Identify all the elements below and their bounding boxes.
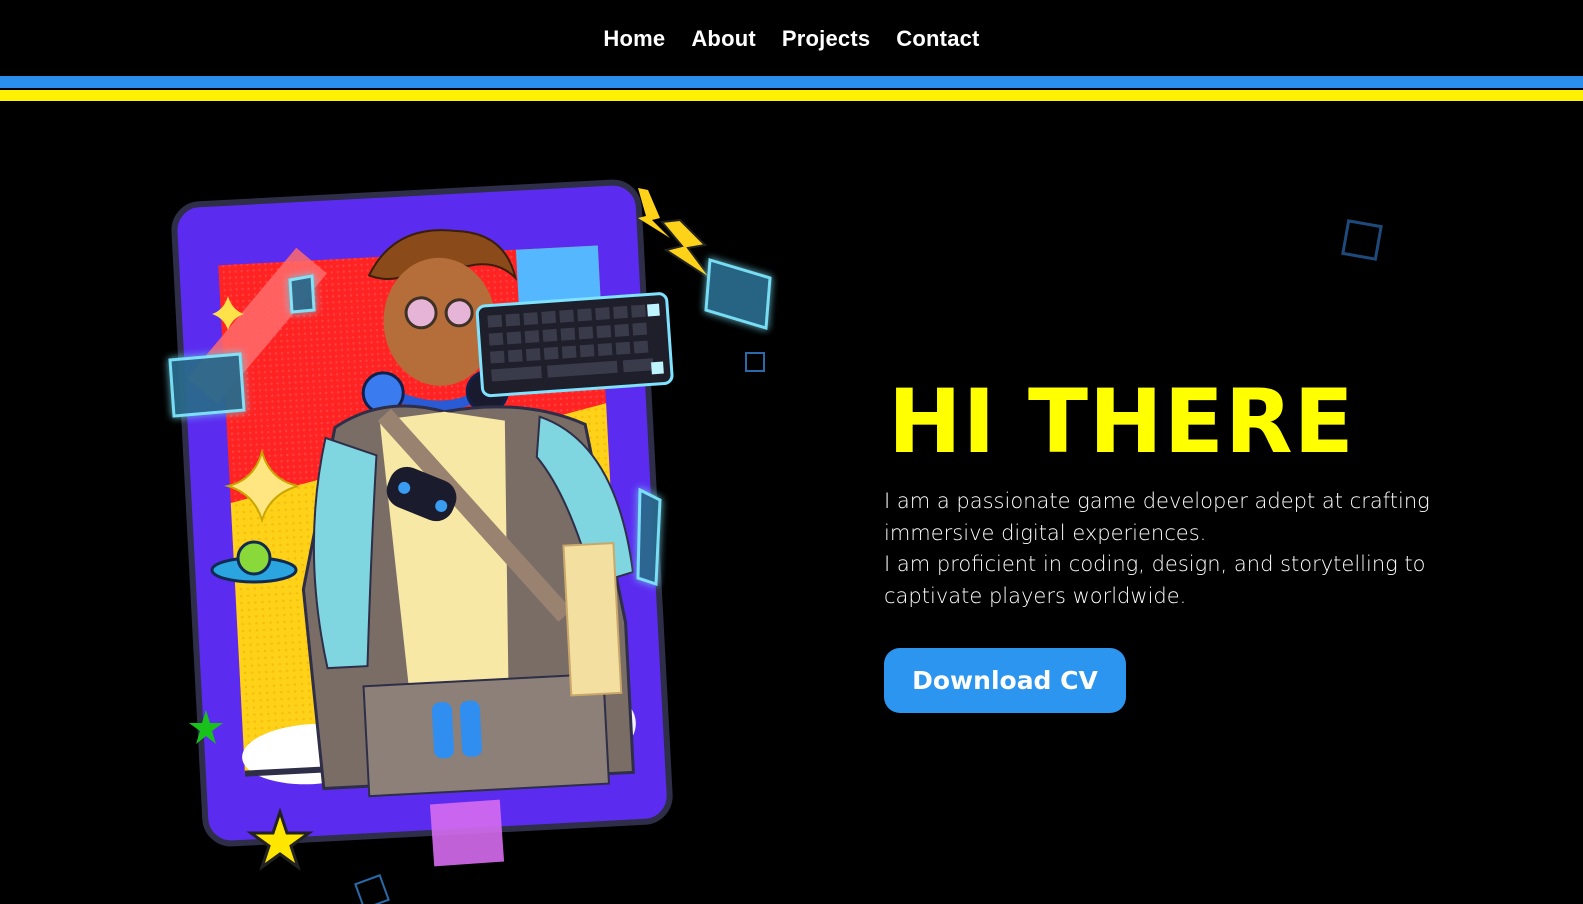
hero-title: HI THERE: [888, 370, 1355, 473]
blue-divider-stripe: [0, 76, 1583, 88]
glasses-lens: [444, 298, 474, 328]
hero-description-line: I am proficient in coding, design, and s…: [884, 552, 1426, 608]
lightning-bolt-icon: [638, 188, 713, 281]
yellow-divider-stripe: [0, 90, 1583, 101]
hero-description: I am a passionate game developer adept a…: [884, 486, 1524, 612]
page: Home About Projects Contact HI THERE I a…: [0, 0, 1583, 904]
tape-strip: [429, 799, 505, 867]
nav-home-link[interactable]: Home: [603, 26, 665, 52]
top-nav: Home About Projects Contact: [0, 0, 1583, 78]
decorative-square: [1341, 219, 1383, 261]
download-cv-button[interactable]: Download CV: [884, 648, 1126, 713]
keyboard-icon: [475, 292, 674, 398]
hero-description-line: I am a passionate game developer adept a…: [884, 489, 1430, 545]
hero-illustration: [168, 179, 772, 871]
nav-projects-link[interactable]: Projects: [782, 26, 870, 52]
nav-about-link[interactable]: About: [691, 26, 756, 52]
glasses-lens: [404, 296, 438, 330]
nav-contact-link[interactable]: Contact: [896, 26, 979, 52]
